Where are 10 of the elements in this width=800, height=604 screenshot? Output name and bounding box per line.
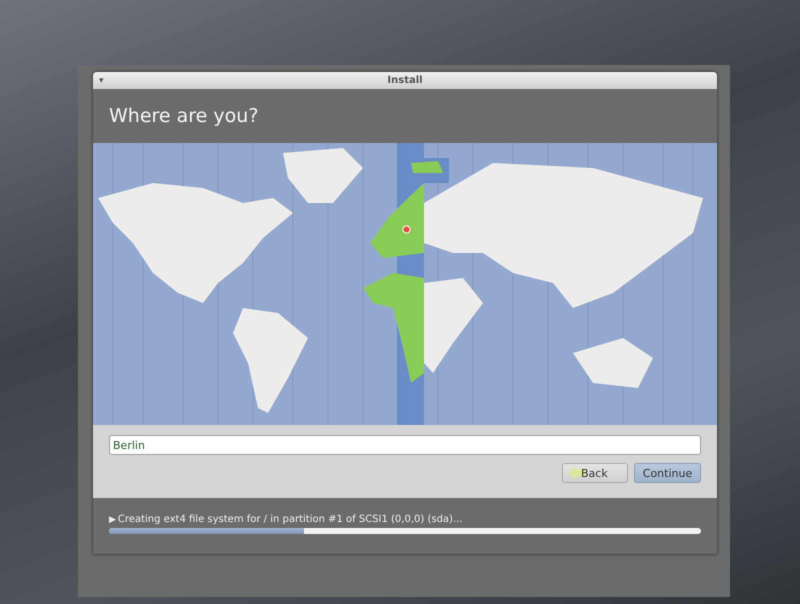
window-title: Install: [386, 75, 424, 86]
page-heading: Where are you?: [109, 105, 258, 127]
continue-button[interactable]: Continue: [634, 463, 701, 483]
location-field[interactable]: Berlin: [109, 435, 701, 455]
progress-status-text: Creating ext4 file system for / in partition #1 of SCSI1 (0,0,0) (sda)...: [118, 514, 462, 525]
world-map-drawing[interactable]: [93, 143, 717, 425]
back-button[interactable]: Back: [562, 463, 628, 483]
window-menu-icon[interactable]: ▾: [99, 76, 104, 86]
city-pin-icon: [402, 225, 411, 234]
expand-toggle-icon[interactable]: ▶: [109, 514, 116, 524]
